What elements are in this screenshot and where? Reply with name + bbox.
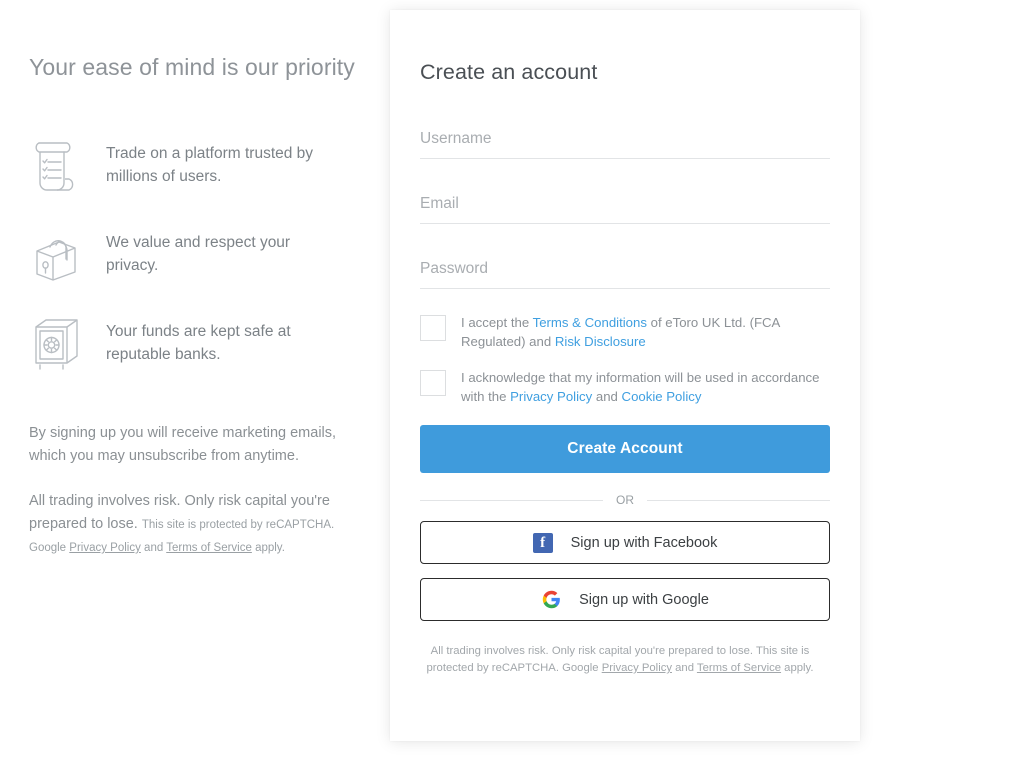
recaptcha-privacy-link[interactable]: Privacy Policy bbox=[69, 542, 141, 554]
privacy-policy-link[interactable]: Privacy Policy bbox=[510, 389, 592, 404]
risk-notice: All trading involves risk. Only risk cap… bbox=[29, 490, 349, 559]
footer-terms-link[interactable]: Terms of Service bbox=[697, 662, 781, 674]
feature-item: We value and respect your privacy. bbox=[29, 225, 369, 287]
username-field-wrapper bbox=[420, 120, 830, 159]
recaptcha-terms-link[interactable]: Terms of Service bbox=[166, 542, 252, 554]
username-input[interactable] bbox=[420, 120, 830, 158]
risk-disclosure-link[interactable]: Risk Disclosure bbox=[555, 334, 646, 349]
cookie-policy-link[interactable]: Cookie Policy bbox=[622, 389, 702, 404]
promo-title: Your ease of mind is our priority bbox=[29, 54, 355, 80]
divider-rule-right bbox=[647, 499, 830, 501]
feature-text: Your funds are kept safe at reputable ba… bbox=[106, 323, 291, 363]
google-icon bbox=[541, 590, 561, 610]
legal-block: By signing up you will receive marketing… bbox=[29, 422, 349, 581]
privacy-text-2: and bbox=[592, 389, 622, 404]
terms-checkbox[interactable] bbox=[420, 315, 446, 341]
marketing-notice: By signing up you will receive marketing… bbox=[29, 425, 337, 464]
consent-group: I accept the Terms & Conditions of eToro… bbox=[420, 313, 830, 406]
facebook-icon: f bbox=[532, 532, 553, 553]
or-label: OR bbox=[616, 493, 634, 507]
recaptcha-and: and bbox=[140, 542, 167, 554]
terms-consent-row: I accept the Terms & Conditions of eToro… bbox=[420, 313, 830, 351]
privacy-checkbox[interactable] bbox=[420, 370, 446, 396]
terms-and-conditions-link[interactable]: Terms & Conditions bbox=[533, 315, 647, 330]
recaptcha-apply: apply. bbox=[251, 542, 285, 554]
feature-text: Trade on a platform trusted by millions … bbox=[106, 145, 314, 185]
footer-apply: apply. bbox=[781, 662, 814, 674]
feature-item: Trade on a platform trusted by millions … bbox=[29, 136, 369, 198]
card-footer-disclaimer: All trading involves risk. Only risk cap… bbox=[420, 643, 820, 677]
promo-column: Your ease of mind is our priority Trade … bbox=[29, 0, 374, 757]
signup-card-content: Create an account I accept the Terms & C… bbox=[420, 10, 830, 677]
terms-text-1: I accept the bbox=[461, 315, 533, 330]
footer-and: and bbox=[672, 662, 697, 674]
facebook-f-glyph: f bbox=[532, 532, 553, 553]
privacy-consent-row: I acknowledge that my information will b… bbox=[420, 368, 830, 406]
password-input[interactable] bbox=[420, 250, 830, 288]
feature-text: We value and respect your privacy. bbox=[106, 234, 291, 274]
privacy-consent-label: I acknowledge that my information will b… bbox=[446, 368, 830, 406]
or-divider: OR bbox=[420, 493, 830, 507]
padlock-icon bbox=[29, 225, 89, 287]
email-field-wrapper bbox=[420, 185, 830, 224]
page-title: Create an account bbox=[420, 60, 598, 84]
footer-privacy-link[interactable]: Privacy Policy bbox=[602, 662, 672, 674]
feature-list: Trade on a platform trusted by millions … bbox=[29, 136, 369, 403]
scroll-checklist-icon bbox=[29, 136, 89, 198]
email-input[interactable] bbox=[420, 185, 830, 223]
google-signup-button[interactable]: Sign up with Google bbox=[420, 578, 830, 621]
divider-rule-left bbox=[420, 499, 603, 501]
signup-page: Your ease of mind is our priority Trade … bbox=[0, 0, 1011, 757]
feature-item: Your funds are kept safe at reputable ba… bbox=[29, 314, 369, 376]
facebook-signup-label: Sign up with Facebook bbox=[570, 534, 718, 551]
create-account-button[interactable]: Create Account bbox=[420, 425, 830, 473]
signup-card: Create an account I accept the Terms & C… bbox=[390, 10, 860, 741]
google-signup-label: Sign up with Google bbox=[579, 591, 709, 608]
password-field-wrapper bbox=[420, 250, 830, 289]
safe-vault-icon bbox=[29, 314, 89, 376]
facebook-signup-button[interactable]: f Sign up with Facebook bbox=[420, 521, 830, 564]
terms-consent-label: I accept the Terms & Conditions of eToro… bbox=[446, 313, 830, 351]
